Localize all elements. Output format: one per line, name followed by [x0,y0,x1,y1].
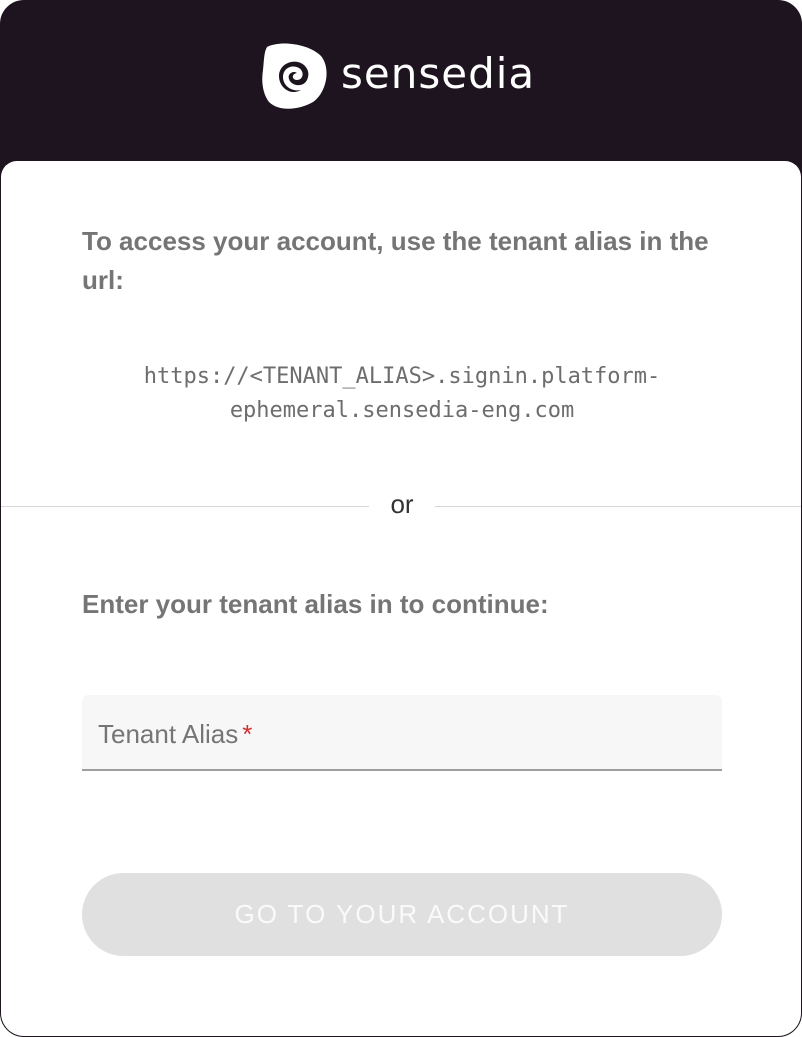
divider-line-right [435,506,801,507]
header: sensedia [1,1,801,176]
tenant-url-line-2: ephemeral.sensedia-eng.com [229,398,575,423]
login-card: sensedia To access your account, use the… [0,0,802,1037]
divider-line-left [1,506,369,507]
divider-or-label: or [390,489,414,519]
tenant-prompt: Enter your tenant alias in to continue: [82,589,549,619]
tenant-alias-field[interactable]: Tenant Alias * [82,695,722,771]
tenant-url-example: https://<TENANT_ALIAS>.signin.platform- … [81,360,723,428]
go-to-account-button[interactable]: GO TO YOUR ACCOUNT [82,873,722,956]
content-panel: To access your account, use the tenant a… [1,161,801,1036]
tenant-alias-input[interactable] [82,695,722,769]
sensedia-logo-icon [262,43,327,109]
tenant-url-line-1: https://<TENANT_ALIAS>.signin.platform- [143,364,661,389]
brand-logo: sensedia [261,42,535,110]
brand-name: sensedia [341,49,536,98]
instruction-text: To access your account, use the tenant a… [82,226,709,295]
